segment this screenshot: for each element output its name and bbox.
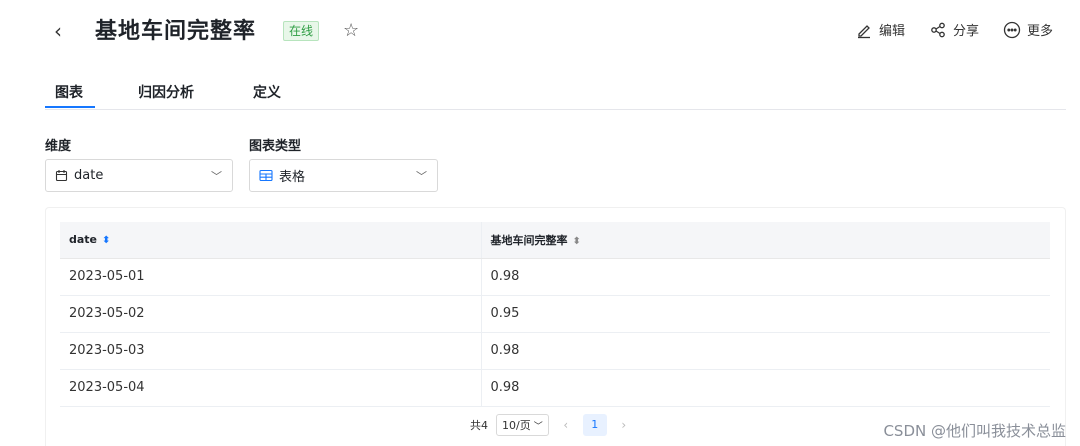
chart-type-select[interactable]: 表格 ﹀ (249, 159, 438, 192)
chevron-down-icon: ﹀ (416, 169, 427, 183)
table-cell-value: 0.95 (481, 295, 1050, 333)
table-cell-date: 2023-05-02 (60, 295, 482, 333)
watermark: CSDN @他们叫我技术总监 (883, 422, 1066, 440)
prev-page-icon[interactable]: ‹ (557, 418, 575, 432)
table-cell-value: 0.98 (481, 369, 1050, 407)
column-header-label: date (69, 233, 98, 247)
sort-icon[interactable]: ⬍ (573, 236, 581, 247)
edit-icon (857, 24, 870, 38)
chevron-down-icon: ﹀ (533, 421, 543, 432)
page-size-select[interactable]: 10/页 ﹀ (496, 414, 549, 436)
table-row: 2023-05-01 0.98 (60, 258, 1050, 296)
page-title: 基地车间完整率 (95, 19, 257, 44)
pagination-total: 共4 (470, 419, 488, 432)
dimension-label: 维度 (45, 139, 72, 154)
next-page-icon[interactable]: › (615, 418, 633, 432)
tab-chart[interactable]: 图表 (45, 82, 95, 108)
tab-bar: 图表 归因分析 定义 (45, 78, 1066, 110)
edit-button[interactable]: 编辑 (855, 20, 905, 39)
table-cell-date: 2023-05-04 (60, 369, 482, 407)
table-row: 2023-05-02 0.95 (60, 295, 1050, 333)
back-chevron-icon[interactable]: ‹ (54, 19, 74, 43)
page-header: ‹ 基地车间完整率 在线 ☆ 编辑 分享 更多 (0, 0, 1080, 64)
table-cell-value: 0.98 (481, 258, 1050, 296)
column-header-rate[interactable]: 基地车间完整率 ⬍ (481, 222, 1050, 259)
chart-type-label: 图表类型 (249, 139, 302, 154)
data-table: date ⬍ 基地车间完整率 ⬍ 2023-05-01 0.98 2023-05-0… (60, 222, 1050, 407)
tab-attribution[interactable]: 归因分析 (138, 82, 194, 102)
table-cell-value: 0.98 (481, 332, 1050, 370)
pagination: 共4 10/页 ﹀ ‹ 1 › (470, 414, 633, 436)
tab-definition[interactable]: 定义 (253, 82, 281, 102)
chart-type-value: 表格 (279, 170, 306, 185)
column-header-date[interactable]: date ⬍ (60, 222, 482, 259)
share-button[interactable]: 分享 (929, 20, 979, 39)
header-actions: 编辑 分享 更多 (855, 20, 1053, 39)
table-cell-date: 2023-05-01 (60, 258, 482, 296)
page-number-current[interactable]: 1 (582, 414, 607, 436)
status-badge: 在线 (283, 21, 320, 41)
page-size-value: 10/页 (502, 419, 531, 432)
table-header-row: date ⬍ 基地车间完整率 ⬍ (60, 222, 1050, 259)
table-icon (259, 169, 273, 182)
chevron-down-icon: ﹀ (211, 169, 222, 183)
table-row: 2023-05-04 0.98 (60, 369, 1050, 407)
more-button[interactable]: 更多 (1003, 20, 1053, 39)
more-icon (1003, 21, 1021, 38)
edit-label: 编辑 (878, 24, 905, 39)
table-row: 2023-05-03 0.98 (60, 332, 1050, 370)
star-icon[interactable]: ☆ (343, 19, 363, 43)
more-label: 更多 (1026, 24, 1053, 39)
table-cell-date: 2023-05-03 (60, 332, 482, 370)
dimension-value: date (74, 168, 104, 183)
sort-icon[interactable]: ⬍ (102, 235, 110, 246)
dimension-select[interactable]: date ﹀ (45, 159, 233, 192)
calendar-icon (55, 170, 68, 182)
share-icon (931, 22, 945, 37)
share-label: 分享 (952, 24, 979, 39)
column-header-label: 基地车间完整率 (490, 233, 568, 247)
